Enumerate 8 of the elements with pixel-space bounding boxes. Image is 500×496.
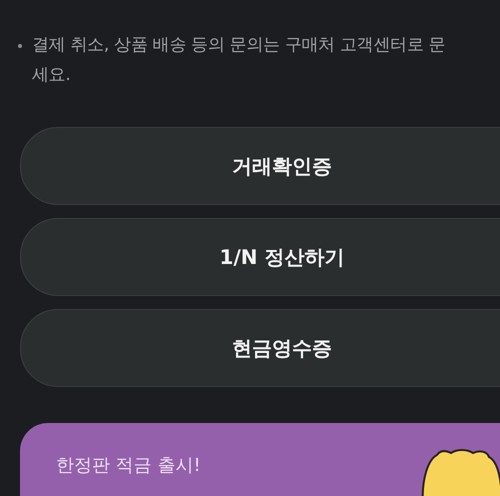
promo-banner[interactable]: 한정판 적금 출시! (20, 423, 500, 496)
promo-title: 한정판 적금 출시! (56, 454, 201, 477)
menu-button[interactable]: 현금영수증 (20, 309, 500, 387)
notice-text: 결제 취소, 상품 배송 등의 문의는 구매처 고객센터로 문 (32, 34, 446, 57)
menu-button[interactable]: 거래확인증 (20, 127, 500, 205)
menu-button[interactable]: 1/N 정산하기 (20, 218, 500, 296)
notice-text: 세요. (32, 64, 72, 87)
bullet-icon (18, 44, 22, 48)
